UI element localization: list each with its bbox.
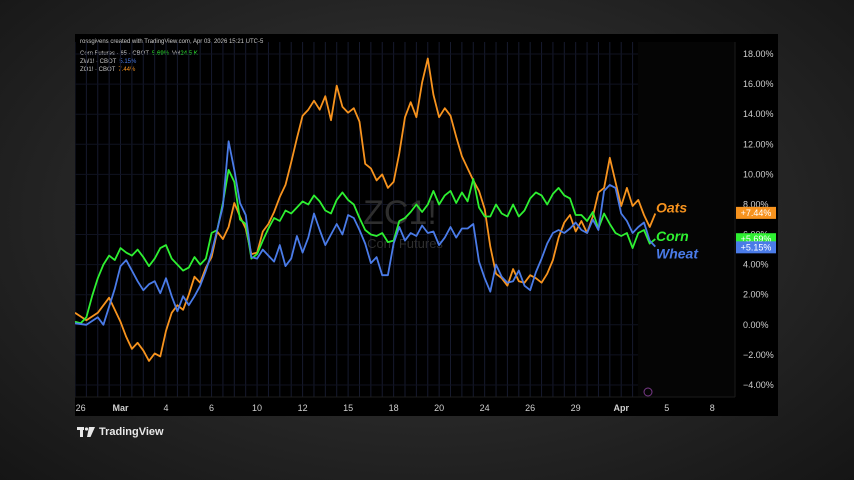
x-tick-label: 15 [343, 403, 353, 413]
y-tick-label: −2.00% [743, 350, 774, 360]
price-tag-label-oats: +7.44% [741, 208, 772, 218]
tradingview-logo[interactable]: TradingView [77, 425, 164, 439]
watermark-symbol: ZC1! [363, 194, 437, 232]
y-tick-label: −4.00% [743, 380, 774, 390]
price-axis: 18.00%16.00%14.00%12.00%10.00%8.00%6.00%… [743, 49, 774, 390]
y-tick-label: 18.00% [743, 49, 774, 59]
x-tick-label: Mar [113, 403, 130, 413]
x-tick-label: 24 [480, 403, 490, 413]
x-tick-label: 6 [209, 403, 214, 413]
price-tag-label-wheat: +5.15% [741, 242, 772, 252]
time-axis: 26 Mar 4 6 10 12 15 18 20 24 26 29 Apr 5 8 [76, 403, 715, 413]
x-tick-label: 26 [525, 403, 535, 413]
y-tick-label: 16.00% [743, 79, 774, 89]
x-tick-label: 4 [164, 403, 169, 413]
x-tick-label: 29 [571, 403, 581, 413]
y-tick-label: 14.00% [743, 109, 774, 119]
y-tick-label: 4.00% [743, 260, 769, 270]
series-line-wheat [75, 140, 656, 326]
chart-card: rossgivens created with TradingView.com,… [75, 34, 778, 416]
x-tick-label: 8 [710, 403, 715, 413]
line-chart[interactable]: ZC1! Corn Futures 18.00% 16.00% 14.00% 12.0… [75, 34, 778, 416]
y-tick-label: 10.00% [743, 169, 774, 179]
tradingview-logo-text: TradingView [99, 426, 164, 438]
x-tick-label: 10 [252, 403, 262, 413]
x-tick-label: 26 [76, 403, 86, 413]
y-tick-label: 2.00% [743, 290, 769, 300]
y-tick-label: 0.00% [743, 320, 769, 330]
x-tick-label: 20 [434, 403, 444, 413]
watermark-subtitle: Corn Futures [367, 236, 443, 251]
x-tick-label: 12 [298, 403, 308, 413]
series-name-wheat: Wheat [656, 246, 699, 262]
series-name-oats: Oats [656, 199, 687, 215]
x-tick-label: 18 [389, 403, 399, 413]
y-tick-label: 12.00% [743, 139, 774, 149]
x-tick-label: 5 [664, 403, 669, 413]
series-name-corn: Corn [656, 228, 689, 244]
x-tick-label: Apr [613, 403, 629, 413]
tradingview-logo-icon [77, 427, 95, 437]
